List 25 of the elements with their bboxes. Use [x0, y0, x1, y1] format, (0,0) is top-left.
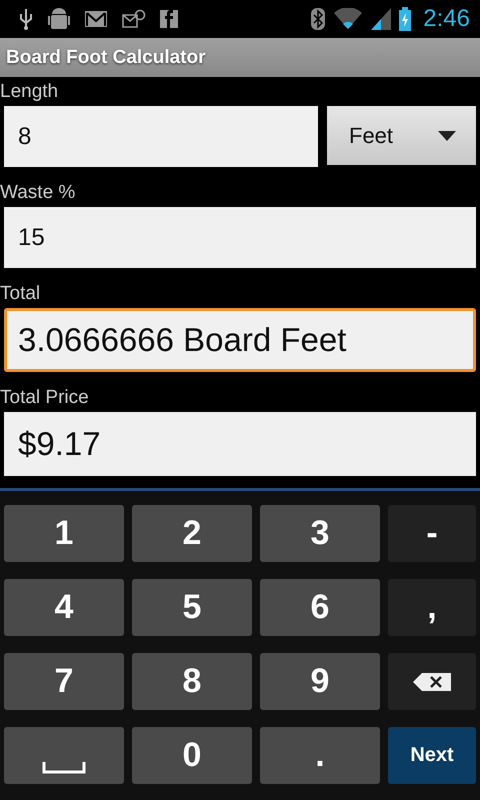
keyboard-key[interactable]: 9 — [260, 653, 380, 710]
input-field[interactable]: $9.17 — [4, 412, 476, 476]
keyboard-key[interactable]: 1 — [4, 505, 124, 562]
keyboard-key[interactable]: - — [388, 505, 476, 562]
field-label: Total — [0, 282, 42, 306]
keyboard-key[interactable]: 7 — [4, 653, 124, 710]
keyboard-key[interactable]: . — [260, 727, 380, 784]
field-label: Total Price — [0, 386, 90, 410]
field-label: Length — [0, 80, 60, 104]
input-field[interactable]: 8 — [4, 106, 318, 167]
keyboard-key[interactable]: 0 — [132, 727, 252, 784]
input-field[interactable]: 3.0666666 Board Feet — [4, 308, 476, 372]
keyboard-key[interactable]: 2 — [132, 505, 252, 562]
keyboard-key[interactable]: 5 — [132, 579, 252, 636]
clock: 2:46 — [423, 5, 470, 33]
keyboard-key[interactable]: , — [388, 579, 476, 636]
next-key[interactable]: Next — [388, 727, 476, 784]
keyboard-key[interactable]: 8 — [132, 653, 252, 710]
input-field[interactable]: 15 — [4, 207, 476, 268]
field-label: Waste % — [0, 181, 76, 205]
window-title: Board Foot Calculator — [6, 46, 206, 68]
keyboard-key[interactable]: 4 — [4, 579, 124, 636]
unit-dropdown[interactable]: Feet — [327, 106, 476, 165]
keyboard-key[interactable]: 6 — [260, 579, 380, 636]
keyboard-key[interactable]: 3 — [260, 505, 380, 562]
